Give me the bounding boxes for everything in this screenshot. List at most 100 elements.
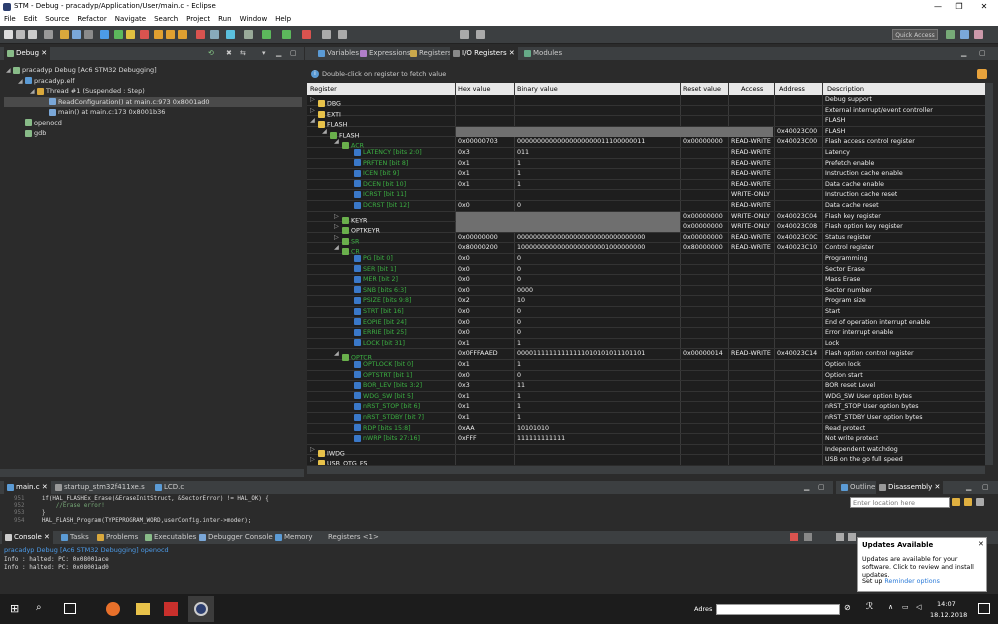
save-icon[interactable]: [16, 30, 25, 39]
step-return-icon[interactable]: [178, 30, 187, 39]
io-vscrollbar[interactable]: [985, 83, 993, 465]
io-register-row[interactable]: ▷IWDG Independent watchdog: [307, 445, 985, 457]
io-register-row[interactable]: ◢FLASH FLASH: [307, 116, 985, 129]
col-address[interactable]: Address: [779, 83, 805, 95]
tray-chevron-icon[interactable]: ∧: [888, 603, 893, 611]
close-icon[interactable]: ✕: [509, 49, 515, 57]
expand-toggle-icon[interactable]: ◢: [310, 116, 318, 127]
menu-search[interactable]: Search: [150, 13, 182, 26]
tab-debugger-console[interactable]: Debugger Console: [196, 531, 276, 544]
io-register-row[interactable]: ▷KEYR 0x00000000 WRITE-ONLY 0x40023C04 Flash…: [307, 211, 985, 224]
tab-tasks[interactable]: Tasks: [58, 531, 92, 544]
menu-run[interactable]: Run: [214, 13, 235, 26]
layout-icon[interactable]: ⇆: [240, 47, 246, 60]
save-all-icon[interactable]: [28, 30, 37, 39]
people-icon[interactable]: ℛ: [866, 602, 873, 612]
search-icon[interactable]: [226, 30, 235, 39]
io-register-row[interactable]: PSIZE [bits 9:8] 0x2 10 Program size: [307, 296, 985, 307]
expand-toggle-icon[interactable]: ◢: [334, 243, 342, 254]
menu-window[interactable]: Window: [236, 13, 272, 26]
menu-refactor[interactable]: Refactor: [73, 13, 110, 26]
io-register-row[interactable]: ▷ USB_OTG_FS USB on the go full speed: [307, 455, 985, 465]
io-register-row[interactable]: ICRST [bit 11] WRITE-ONLY Instruction cach…: [307, 190, 985, 201]
io-register-row[interactable]: OPTLOCK [bit 0] 0x1 1 Option lock: [307, 360, 985, 371]
expand-toggle-icon[interactable]: ▷: [310, 95, 318, 106]
col-hex[interactable]: Hex value: [458, 83, 490, 95]
col-register[interactable]: Register: [310, 83, 337, 95]
tab-debug[interactable]: Debug ✕: [4, 47, 51, 60]
expand-toggle-icon[interactable]: ◢: [30, 87, 37, 97]
reset-icon[interactable]: [210, 30, 219, 39]
expand-toggle-icon[interactable]: ▷: [334, 212, 342, 223]
debug-scrollbar[interactable]: [0, 469, 304, 477]
close-button[interactable]: ✕: [972, 0, 996, 13]
io-register-row[interactable]: EOPIE [bit 24] 0x0 0 End of operation inter…: [307, 318, 985, 329]
tab-disassembly[interactable]: Disassembly ✕: [876, 481, 944, 494]
io-register-row[interactable]: WDG_SW [bit 5] 0x1 1 WDG_SW User option byt…: [307, 392, 985, 403]
expand-toggle-icon[interactable]: ◢: [18, 77, 25, 87]
menu-help[interactable]: Help: [271, 13, 295, 26]
resume-icon[interactable]: [114, 30, 123, 39]
perspective-icon[interactable]: [946, 30, 955, 39]
step-over-icon[interactable]: [166, 30, 175, 39]
debug-icon[interactable]: [262, 30, 271, 39]
go-icon[interactable]: ⊘: [844, 603, 851, 612]
io-register-row[interactable]: LOCK [bit 31] 0x1 1 Lock: [307, 339, 985, 350]
debug-tree-item[interactable]: ◢ pracadyp.elf: [18, 76, 75, 86]
debug-tree-item[interactable]: ◢ Thread #1 (Suspended : Step): [30, 86, 145, 96]
reminder-options-link[interactable]: Reminder options: [884, 578, 940, 585]
clear-console-icon[interactable]: [836, 533, 844, 541]
io-register-row[interactable]: OPTSTRT [bit 1] 0x0 0 Option start: [307, 371, 985, 382]
expand-toggle-icon[interactable]: ▷: [310, 445, 318, 456]
action-center-icon[interactable]: [978, 603, 990, 614]
menu-project[interactable]: Project: [182, 13, 214, 26]
scroll-lock-icon[interactable]: [848, 533, 856, 541]
debug-config-icon[interactable]: [84, 30, 93, 39]
suspend-icon[interactable]: [126, 30, 135, 39]
file-explorer-icon[interactable]: [136, 603, 150, 615]
io-register-row[interactable]: DCRST [bit 12] 0x0 0 READ-WRITE Data cache r…: [307, 201, 985, 212]
tab-variables[interactable]: Variables: [315, 47, 362, 60]
io-register-row[interactable]: DCEN [bit 10] 0x1 1 READ-WRITE Data cache en…: [307, 180, 985, 191]
back-icon[interactable]: [460, 30, 469, 39]
goto-icon[interactable]: [952, 498, 960, 506]
search-icon[interactable]: ⌕: [36, 602, 42, 613]
task-view-icon[interactable]: [64, 603, 76, 614]
expand-toggle-icon[interactable]: ▷: [334, 233, 342, 244]
io-register-row[interactable]: SNB [bits 6:3] 0x0 0000 Sector number: [307, 286, 985, 297]
prev-annotation-icon[interactable]: [322, 30, 331, 39]
open-type-icon[interactable]: [244, 30, 253, 39]
tab-io-registers[interactable]: I/O Registers ✕: [450, 47, 518, 60]
cpp-perspective-icon[interactable]: [974, 30, 983, 39]
network-icon[interactable]: ▭: [902, 603, 909, 611]
close-icon[interactable]: ✕: [42, 483, 48, 491]
tab-executables[interactable]: Executables: [142, 531, 199, 544]
menu-edit[interactable]: Edit: [20, 13, 42, 26]
io-register-row[interactable]: nRST_STOP [bit 6] 0x1 1 nRST_STOP User opti…: [307, 402, 985, 413]
io-register-row[interactable]: LATENCY [bits 2:0] 0x3 011 READ-WRITE Latenc…: [307, 148, 985, 159]
expand-toggle-icon[interactable]: ▷: [334, 222, 342, 233]
location-input[interactable]: [850, 497, 950, 508]
io-register-row[interactable]: RDP [bits 15:8] 0xAA 10101010 Read protect: [307, 424, 985, 435]
terminate-icon[interactable]: [140, 30, 149, 39]
io-register-row[interactable]: BOR_LEV [bits 3:2] 0x3 11 BOR reset Level: [307, 381, 985, 392]
build-icon[interactable]: [60, 30, 69, 39]
minimize-view-icon[interactable]: ▁: [804, 481, 809, 494]
tab-outline[interactable]: Outline: [838, 481, 878, 494]
menu-file[interactable]: File: [0, 13, 20, 26]
external-tools-icon[interactable]: [302, 30, 311, 39]
expand-toggle-icon[interactable]: ▷: [310, 106, 318, 117]
tab-main-c[interactable]: main.c ✕: [4, 481, 51, 494]
terminate-icon[interactable]: [790, 533, 798, 541]
print-icon[interactable]: [44, 30, 53, 39]
io-register-row[interactable]: ERRIE [bit 25] 0x0 0 Error interrupt enable: [307, 328, 985, 339]
io-register-row[interactable]: PG [bit 0] 0x0 0 Programming: [307, 254, 985, 265]
maximize-button[interactable]: ❐: [947, 0, 971, 13]
tab-modules[interactable]: Modules: [521, 47, 565, 60]
tab-expressions[interactable]: Expressions: [357, 47, 414, 60]
quick-access-field[interactable]: Quick Access: [892, 29, 938, 40]
debug-tree-item[interactable]: ◢ pracadyp Debug [Ac6 STM32 Debugging]: [6, 65, 157, 75]
tab-startup[interactable]: startup_stm32f411xe.s: [52, 481, 148, 494]
io-register-row[interactable]: ◢CR 0x80000200 100000000000000000000010000…: [307, 243, 985, 256]
debug-tree-item[interactable]: gdb: [18, 128, 46, 138]
